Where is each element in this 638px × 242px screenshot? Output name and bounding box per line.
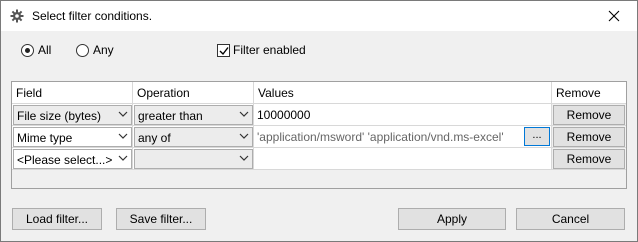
remove-cell: Remove: [552, 126, 626, 148]
radio-any-label: Any: [93, 43, 114, 57]
title-bar: Select filter conditions.: [1, 1, 637, 31]
chevron-down-icon: [239, 111, 249, 117]
operation-select[interactable]: any of: [134, 127, 253, 147]
values-cell[interactable]: [254, 148, 552, 170]
chevron-down-icon: [239, 155, 249, 161]
values-cell[interactable]: 'application/msword' 'application/vnd.ms…: [254, 126, 552, 148]
remove-button[interactable]: Remove: [553, 105, 625, 125]
header-field: Field: [12, 82, 133, 104]
operation-select-value: greater than: [138, 109, 203, 123]
radio-all-indicator[interactable]: [21, 43, 34, 57]
gear-icon: [10, 9, 24, 23]
field-cell: <Please select...>: [12, 148, 133, 170]
conditions-table: Field Operation Values Remove File size …: [11, 81, 627, 189]
field-select-value: File size (bytes): [17, 109, 102, 123]
field-select-value: Mime type: [17, 131, 73, 145]
close-icon: [608, 10, 620, 22]
filter-enabled-box[interactable]: [217, 43, 230, 57]
radio-any-indicator[interactable]: [76, 43, 89, 57]
field-select[interactable]: File size (bytes): [13, 105, 132, 125]
values-cell[interactable]: 10000000: [254, 104, 552, 126]
chevron-down-icon: [118, 133, 128, 139]
remove-button[interactable]: Remove: [553, 127, 625, 147]
dialog-window: Select filter conditions. All Any Filter…: [0, 0, 638, 242]
header-remove: Remove: [552, 82, 626, 104]
cancel-button[interactable]: Cancel: [516, 208, 625, 230]
radio-any[interactable]: Any: [76, 42, 114, 58]
field-cell: Mime type: [12, 126, 133, 148]
remove-button[interactable]: Remove: [553, 149, 625, 169]
operation-select-value: any of: [138, 131, 171, 145]
load-filter-button[interactable]: Load filter...: [12, 208, 102, 230]
radio-all-label: All: [38, 43, 52, 57]
window-title: Select filter conditions.: [32, 9, 153, 23]
filter-enabled-checkbox[interactable]: Filter enabled: [217, 42, 306, 58]
table-row: File size (bytes) greater than 10000000 …: [12, 104, 626, 126]
field-cell: File size (bytes): [12, 104, 133, 126]
chevron-down-icon: [118, 155, 128, 161]
field-select-value: <Please select...>: [17, 153, 113, 167]
filter-enabled-label: Filter enabled: [233, 43, 306, 57]
operation-cell: greater than: [133, 104, 254, 126]
operation-cell: any of: [133, 126, 254, 148]
remove-cell: Remove: [552, 104, 626, 126]
save-filter-button[interactable]: Save filter...: [116, 208, 206, 230]
operation-select[interactable]: greater than: [134, 105, 253, 125]
radio-all[interactable]: All: [21, 42, 51, 58]
operation-select[interactable]: [134, 149, 253, 169]
values-text: 'application/msword' 'application/vnd.ms…: [257, 130, 504, 144]
values-text: 10000000: [257, 108, 311, 122]
header-values: Values: [254, 82, 552, 104]
header-operation: Operation: [133, 82, 254, 104]
table-row: <Please select...> Remove: [12, 148, 626, 170]
table-row: Mime type any of 'application/msword' 'a…: [12, 126, 626, 148]
field-select[interactable]: <Please select...>: [13, 149, 132, 169]
field-select[interactable]: Mime type: [13, 127, 132, 147]
checkmark-icon: [219, 46, 229, 55]
chevron-down-icon: [239, 133, 249, 139]
operation-cell: [133, 148, 254, 170]
close-button[interactable]: [591, 1, 637, 31]
chevron-down-icon: [118, 111, 128, 117]
remove-cell: Remove: [552, 148, 626, 170]
apply-button[interactable]: Apply: [398, 208, 506, 230]
browse-values-button[interactable]: ...: [524, 127, 550, 146]
